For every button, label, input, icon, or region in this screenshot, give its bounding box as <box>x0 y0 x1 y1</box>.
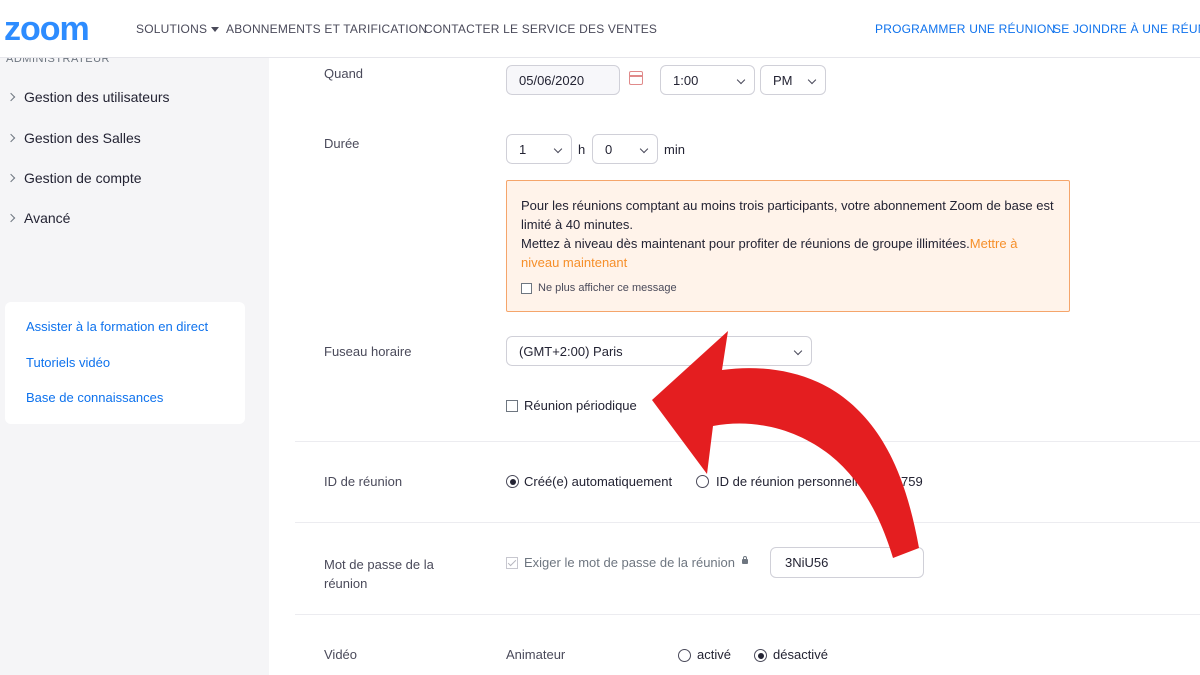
meeting-id-label: ID de réunion <box>324 474 403 489</box>
sidebar-item-advanced[interactable]: Avancé <box>6 210 70 226</box>
sidebar-item-room-management[interactable]: Gestion des Salles <box>6 130 141 146</box>
nav-pricing[interactable]: ABONNEMENTS ET TARIFICATION <box>226 22 427 36</box>
meeting-id-personal-radio[interactable] <box>696 475 709 488</box>
timezone-label: Fuseau horaire <box>324 344 412 359</box>
caret-down-icon <box>211 27 220 33</box>
chevron-right-icon <box>6 174 16 183</box>
chevron-right-icon <box>6 93 16 102</box>
sidebar-item-user-management[interactable]: Gestion des utilisateurs <box>6 89 170 105</box>
duration-label: Durée <box>324 136 360 151</box>
host-video-on-label[interactable]: activé <box>697 647 731 662</box>
host-video-off-label[interactable]: désactivé <box>773 647 828 662</box>
dismiss-notice-option[interactable]: Ne plus afficher ce message <box>521 279 677 298</box>
password-label: Mot de passe de la réunion <box>324 557 434 591</box>
timezone-select[interactable]: (GMT+2:00) Paris <box>506 336 812 366</box>
chevron-right-icon <box>6 214 16 223</box>
help-link-knowledge-base[interactable]: Base de connaissances <box>26 390 163 405</box>
meeting-id-personal-label[interactable]: ID de réunion personnelle 073 5759 <box>716 474 923 489</box>
sidebar-item-account-management[interactable]: Gestion de compte <box>6 170 142 186</box>
notice-text-2: Mettez à niveau dès maintenant pour prof… <box>521 236 970 251</box>
require-password-checkbox[interactable] <box>506 557 518 569</box>
require-password-label: Exiger le mot de passe de la réunion <box>524 555 736 570</box>
chevron-down-icon <box>736 75 746 85</box>
hours-unit: h <box>578 142 586 157</box>
help-link-video-tutorials[interactable]: Tutoriels vidéo <box>26 355 110 370</box>
lock-icon <box>742 556 748 564</box>
minutes-unit: min <box>664 142 685 157</box>
plan-limit-notice: Pour les réunions comptant au moins troi… <box>506 180 1070 312</box>
divider <box>295 614 1200 615</box>
date-input[interactable]: 05/06/2020 <box>506 65 620 95</box>
password-input[interactable]: 3NiU56 <box>770 547 924 578</box>
nav-schedule-meeting[interactable]: PROGRAMMER UNE RÉUNION <box>875 22 1055 36</box>
chevron-down-icon <box>793 346 803 356</box>
duration-hours-select[interactable]: 1 <box>506 134 572 164</box>
duration-minutes-select[interactable]: 0 <box>592 134 658 164</box>
dismiss-checkbox[interactable] <box>521 282 532 294</box>
chevron-down-icon <box>553 144 563 154</box>
help-link-live-training[interactable]: Assister à la formation en direct <box>26 319 208 334</box>
nav-join-meeting[interactable]: SE JOINDRE À UNE RÉUNION <box>1053 22 1200 36</box>
meeting-id-auto-radio[interactable] <box>506 475 519 488</box>
video-label: Vidéo <box>324 647 358 662</box>
chevron-right-icon <box>6 134 16 143</box>
video-host-label: Animateur <box>506 647 566 662</box>
host-video-on-radio[interactable] <box>678 649 691 662</box>
top-nav: zoom SOLUTIONS ABONNEMENTS ET TARIFICATI… <box>0 0 1200 58</box>
when-label: Quand <box>324 66 364 81</box>
host-video-off-radio[interactable] <box>754 649 767 662</box>
sidebar: ADMINISTRATEUR Gestion des utilisateurs … <box>0 53 269 675</box>
meeting-id-auto-label[interactable]: Créé(e) automatiquement <box>524 474 672 489</box>
chevron-down-icon <box>807 75 817 85</box>
recurring-meeting-checkbox[interactable] <box>506 400 518 412</box>
calendar-icon[interactable] <box>629 71 643 85</box>
nav-contact-sales[interactable]: CONTACTER LE SERVICE DES VENTES <box>424 22 657 36</box>
time-select[interactable]: 1:00 <box>660 65 755 95</box>
ampm-select[interactable]: PM <box>760 65 826 95</box>
zoom-logo[interactable]: zoom <box>4 10 90 49</box>
help-links-panel: Assister à la formation en direct Tutori… <box>5 302 245 424</box>
divider <box>295 522 1200 523</box>
divider <box>295 441 1200 442</box>
notice-text-1: Pour les réunions comptant au moins troi… <box>521 198 1054 232</box>
nav-solutions[interactable]: SOLUTIONS <box>136 22 220 36</box>
chevron-down-icon <box>639 144 649 154</box>
recurring-meeting-label[interactable]: Réunion périodique <box>524 398 637 413</box>
